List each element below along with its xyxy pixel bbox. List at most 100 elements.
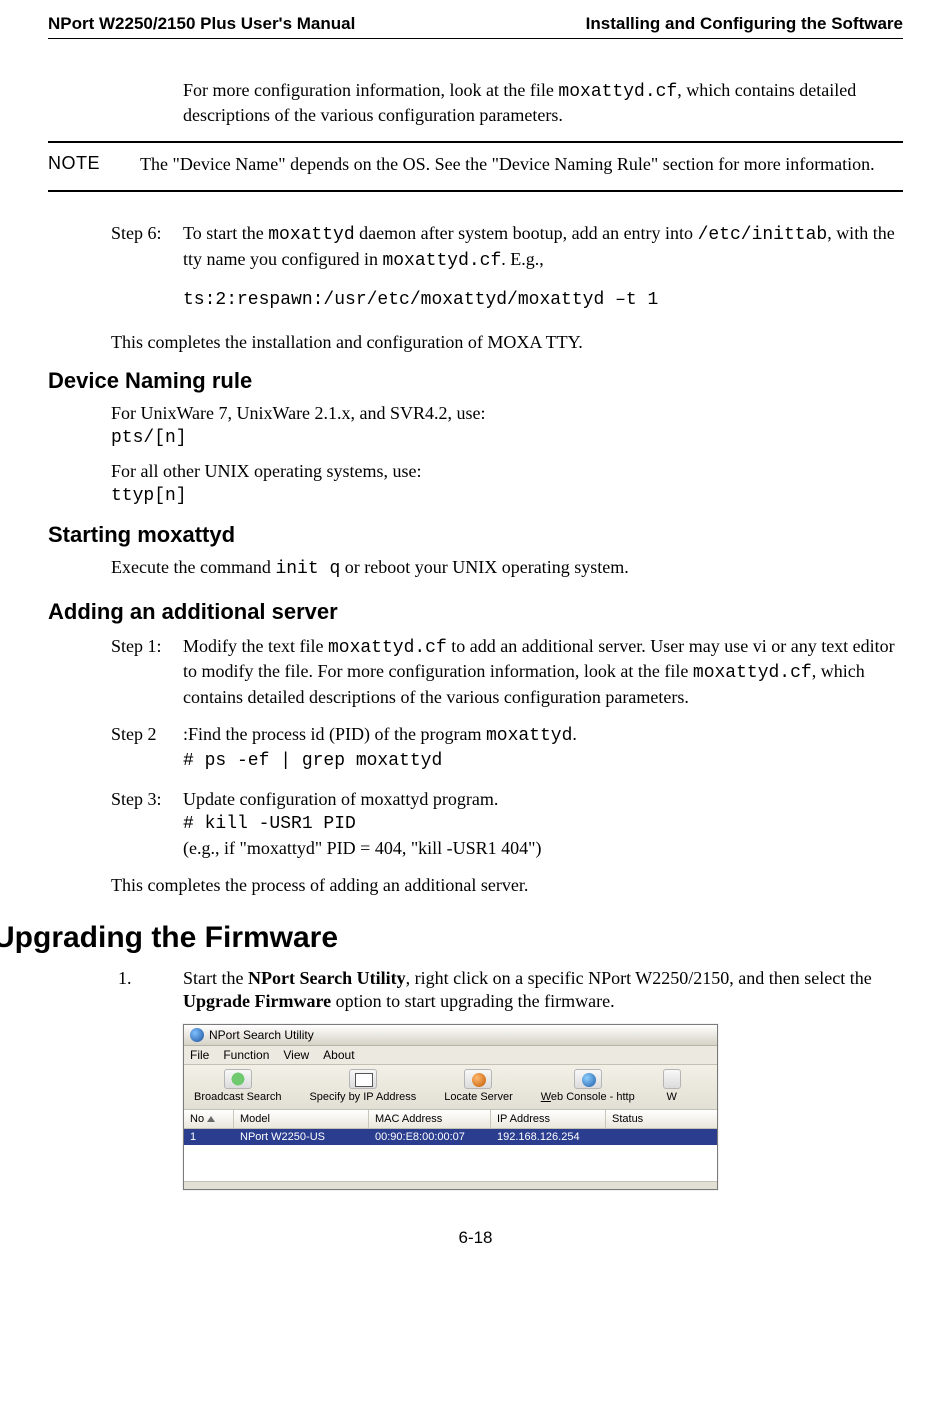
code-command: # kill -USR1 PID — [183, 814, 356, 834]
starting-paragraph: Execute the command init q or reboot you… — [111, 556, 903, 581]
text: . — [572, 724, 577, 744]
search-icon — [224, 1069, 252, 1089]
code: ttyp[n] — [111, 486, 187, 506]
menubar: File Function View About — [184, 1046, 717, 1065]
label: No — [190, 1113, 204, 1125]
col-header-model[interactable]: Model — [234, 1110, 369, 1128]
cell-no: 1 — [184, 1129, 234, 1145]
text: , right click on a specific NPort W2250/… — [406, 968, 872, 988]
web-console-button[interactable]: Web Console - http — [541, 1069, 635, 1103]
text: For more configuration information, look… — [183, 80, 558, 100]
list-number: 1. — [118, 967, 183, 1014]
intro-paragraph: For more configuration information, look… — [183, 79, 903, 127]
window-titlebar: NPort Search Utility — [184, 1025, 717, 1046]
table-row-empty — [184, 1145, 717, 1163]
code-command: ts:2:respawn:/usr/etc/moxattyd/moxattyd … — [183, 289, 903, 312]
toolbar-label: W — [667, 1091, 677, 1103]
broadcast-search-button[interactable]: Broadcast Search — [194, 1069, 281, 1103]
text: daemon after system bootup, add an entry… — [355, 223, 698, 243]
globe-icon — [574, 1069, 602, 1089]
extra-icon — [663, 1069, 681, 1089]
code: moxattyd — [486, 726, 572, 746]
text: Update configuration of moxattyd program… — [183, 789, 498, 809]
text: or reboot your UNIX operating system. — [340, 557, 628, 577]
text: For all other UNIX operating systems, us… — [111, 461, 421, 481]
adding-done: This completes the process of adding an … — [111, 874, 903, 897]
bold-text: NPort Search Utility — [248, 968, 406, 988]
toolbar-label: Broadcast Search — [194, 1091, 281, 1103]
menu-function[interactable]: Function — [223, 1048, 269, 1062]
heading-upgrading-firmware: Upgrading the Firmware — [0, 921, 903, 955]
window-title: NPort Search Utility — [209, 1028, 314, 1042]
text: Execute the command — [111, 557, 275, 577]
note-label: NOTE — [48, 153, 140, 176]
code: moxattyd — [268, 225, 354, 245]
text: For UnixWare 7, UnixWare 2.1.x, and SVR4… — [111, 403, 486, 423]
note-box: NOTE The "Device Name" depends on the OS… — [48, 141, 903, 192]
step-6: Step 6: To start the moxattyd daemon aft… — [111, 222, 903, 312]
col-header-ip[interactable]: IP Address — [491, 1110, 606, 1128]
code: moxattyd.cf — [382, 251, 501, 271]
code: pts/[n] — [111, 428, 187, 448]
page-number: 6-18 — [48, 1228, 903, 1248]
step-label: Step 3: — [111, 788, 183, 860]
page-header: NPort W2250/2150 Plus User's Manual Inst… — [48, 14, 903, 39]
col-header-status[interactable]: Status — [606, 1110, 717, 1128]
specify-ip-button[interactable]: Specify by IP Address — [309, 1069, 416, 1103]
toolbar: Broadcast Search Specify by IP Address L… — [184, 1065, 717, 1110]
cell-status — [606, 1129, 717, 1145]
adding-step-3: Step 3: Update configuration of moxattyd… — [111, 788, 903, 860]
table-row-selected[interactable]: 1 NPort W2250-US 00:90:E8:00:00:07 192.1… — [184, 1129, 717, 1145]
header-right: Installing and Configuring the Software — [586, 14, 903, 34]
text: . E.g., — [501, 249, 544, 269]
locate-server-button[interactable]: Locate Server — [444, 1069, 512, 1103]
menu-view-label: View — [283, 1048, 309, 1062]
menu-view[interactable]: View — [283, 1048, 309, 1062]
step-label: Step 2 — [111, 723, 183, 774]
cell-ip: 192.168.126.254 — [491, 1129, 606, 1145]
toolbar-label: Specify by IP Address — [309, 1091, 416, 1103]
cell-mac: 00:90:E8:00:00:07 — [369, 1129, 491, 1145]
text: Start the — [183, 968, 248, 988]
code-command: # ps -ef | grep moxattyd — [183, 751, 442, 771]
text: To start the — [183, 223, 268, 243]
heading-adding-server: Adding an additional server — [48, 599, 903, 625]
col-header-no[interactable]: No — [184, 1110, 234, 1128]
toolbar-extra[interactable]: W — [663, 1069, 681, 1103]
code-filename: moxattyd.cf — [558, 82, 677, 102]
text: Modify the text file — [183, 636, 328, 656]
code: /etc/inittab — [698, 225, 828, 245]
cell-model: NPort W2250-US — [234, 1129, 369, 1145]
sort-ascending-icon — [207, 1116, 215, 1122]
naming-p1: For UnixWare 7, UnixWare 2.1.x, and SVR4… — [111, 402, 903, 450]
col-header-mac[interactable]: MAC Address — [369, 1110, 491, 1128]
menu-function-label: Function — [223, 1048, 269, 1062]
code: init q — [275, 559, 340, 579]
heading-starting-moxattyd: Starting moxattyd — [48, 522, 903, 548]
text: option to start upgrading the firmware. — [331, 991, 614, 1011]
table-row-empty — [184, 1163, 717, 1181]
step-label: Step 6: — [111, 222, 183, 312]
underline: W — [541, 1091, 551, 1103]
adding-step-1: Step 1: Modify the text file moxattyd.cf… — [111, 635, 903, 709]
menu-file-label: File — [190, 1048, 209, 1062]
bold-text: Upgrade Firmware — [183, 991, 331, 1011]
naming-p2: For all other UNIX operating systems, us… — [111, 460, 903, 508]
adding-step-2: Step 2 :Find the process id (PID) of the… — [111, 723, 903, 774]
text: (e.g., if "moxattyd" PID = 404, "kill -U… — [183, 838, 542, 858]
complete-install-text: This completes the installation and conf… — [111, 331, 903, 354]
nport-search-utility-screenshot: NPort Search Utility File Function View … — [183, 1024, 718, 1190]
note-text: The "Device Name" depends on the OS. See… — [140, 153, 875, 176]
ip-icon — [349, 1069, 377, 1089]
header-left: NPort W2250/2150 Plus User's Manual — [48, 14, 355, 34]
upgrading-step-1: 1. Start the NPort Search Utility, right… — [118, 967, 903, 1014]
menu-about[interactable]: About — [323, 1048, 354, 1062]
text: eb Console - http — [551, 1091, 635, 1103]
statusbar — [184, 1181, 717, 1189]
menu-file[interactable]: File — [190, 1048, 209, 1062]
step-label: Step 1: — [111, 635, 183, 709]
locate-icon — [464, 1069, 492, 1089]
code: moxattyd.cf — [328, 638, 447, 658]
text: Find the process id (PID) of the program — [188, 724, 486, 744]
app-icon — [190, 1028, 204, 1042]
